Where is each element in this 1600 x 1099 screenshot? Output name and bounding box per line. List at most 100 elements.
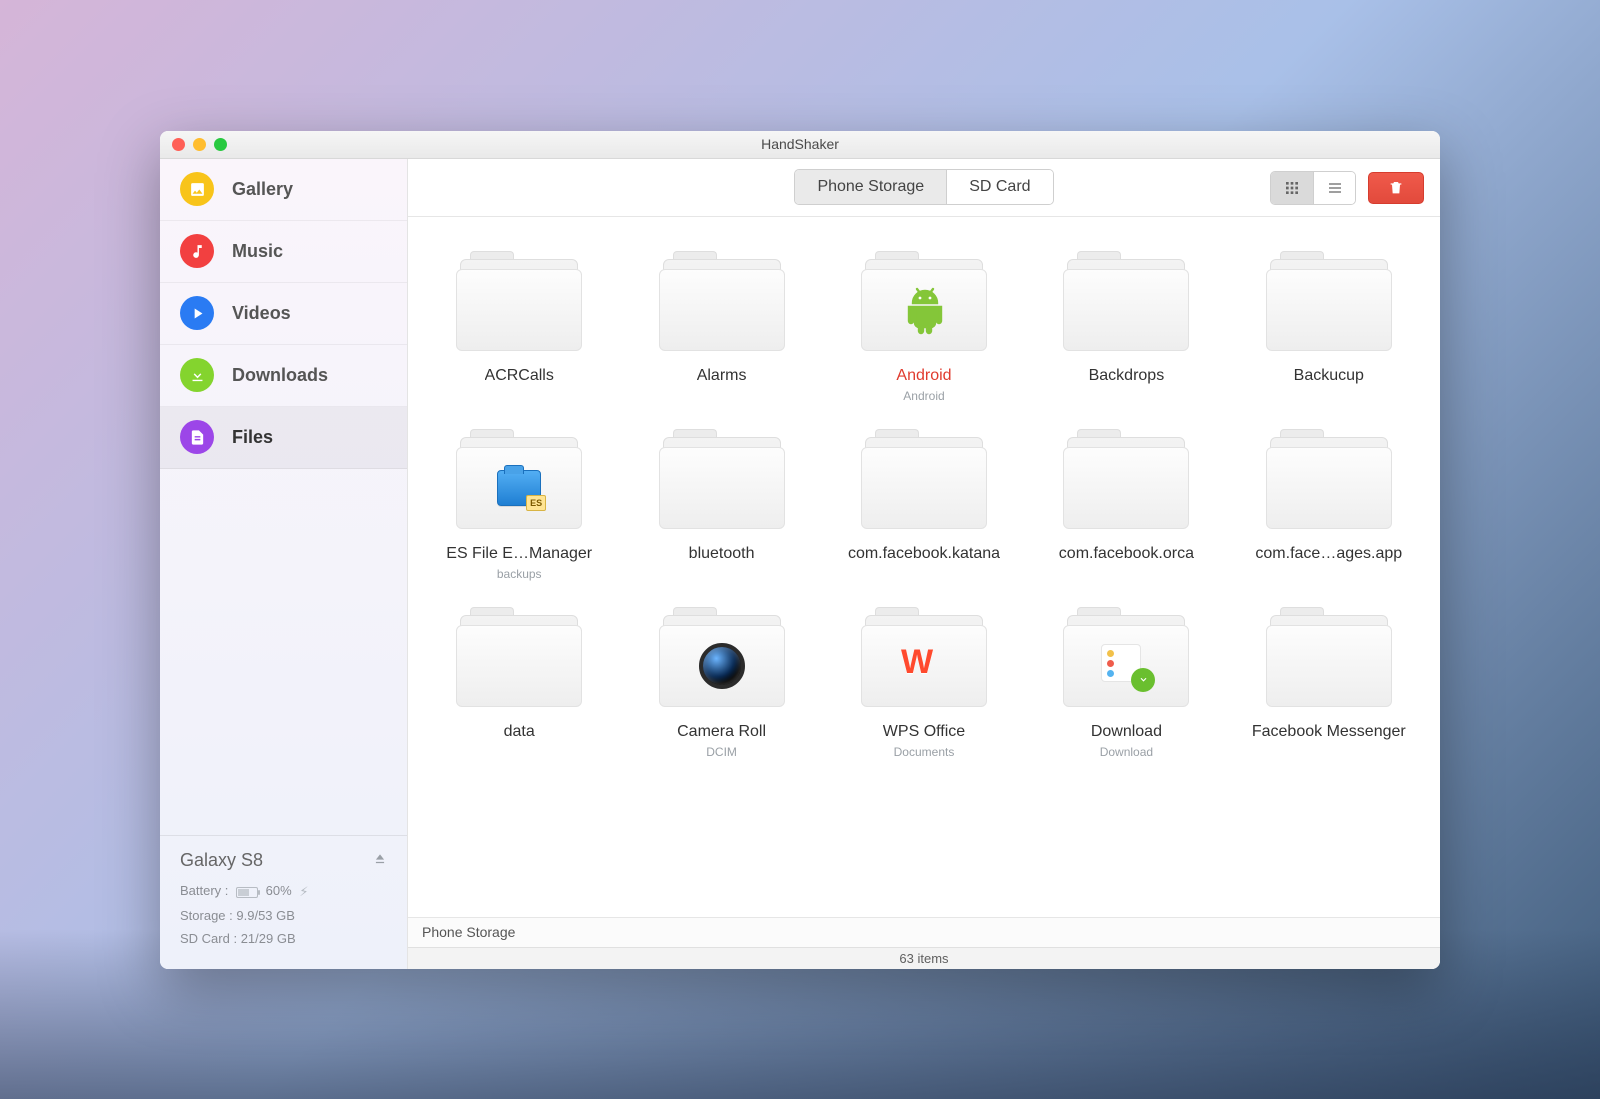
- folder-name: Android: [896, 367, 951, 385]
- folder-item[interactable]: W WPS Office Documents: [823, 611, 1025, 759]
- tab-phone-storage[interactable]: Phone Storage: [795, 170, 946, 204]
- folder-name: Camera Roll: [677, 723, 766, 741]
- device-panel: Galaxy S8 Battery : 60% ⚡︎ Storage : 9.9…: [160, 835, 407, 968]
- folder-subtitle: Android: [903, 389, 944, 403]
- folder-icon: W: [859, 611, 989, 711]
- sidebar-item-downloads[interactable]: Downloads: [160, 345, 407, 407]
- folder-item[interactable]: ACRCalls: [418, 255, 620, 403]
- list-icon: [1327, 180, 1343, 196]
- downloads-icon: [180, 358, 214, 392]
- close-icon[interactable]: [172, 138, 185, 151]
- folder-name: Facebook Messenger: [1252, 723, 1406, 741]
- folder-subtitle: Documents: [894, 745, 955, 759]
- folder-subtitle: backups: [497, 567, 542, 581]
- folder-item[interactable]: com.facebook.katana: [823, 433, 1025, 581]
- battery-pct: 60%: [266, 883, 292, 898]
- folder-name: com.facebook.orca: [1059, 545, 1194, 563]
- folder-icon: [1061, 433, 1191, 533]
- folder-item[interactable]: data: [418, 611, 620, 759]
- sdcard-row: SD Card : 21/29 GB: [180, 927, 387, 950]
- folder-icon: [657, 433, 787, 533]
- battery-row: Battery : 60% ⚡︎: [180, 879, 387, 903]
- folder-item[interactable]: Facebook Messenger: [1228, 611, 1430, 759]
- storage-value: 9.9/53 GB: [236, 908, 295, 923]
- window-body: Gallery Music Videos: [160, 159, 1440, 969]
- folder-grid: ACRCalls Alarms Android Android Backdrops Bac…: [418, 255, 1430, 759]
- zoom-icon[interactable]: [214, 138, 227, 151]
- folder-icon: [454, 433, 584, 533]
- folder-item[interactable]: Backucup: [1228, 255, 1430, 403]
- folder-name: WPS Office: [883, 723, 965, 741]
- folder-name: com.face…ages.app: [1255, 545, 1402, 563]
- statusbar: 63 items: [408, 947, 1440, 969]
- battery-label: Battery :: [180, 883, 228, 898]
- sidebar-item-music[interactable]: Music: [160, 221, 407, 283]
- content-area[interactable]: ACRCalls Alarms Android Android Backdrops Bac…: [408, 217, 1440, 917]
- eject-icon[interactable]: [373, 850, 387, 871]
- android-icon: [901, 287, 947, 333]
- sidebar-item-gallery[interactable]: Gallery: [160, 159, 407, 221]
- folder-icon: [1264, 255, 1394, 355]
- folder-name: ES File E…Manager: [446, 545, 592, 563]
- sidebar: Gallery Music Videos: [160, 159, 408, 969]
- traffic-lights: [172, 138, 227, 151]
- folder-name: com.facebook.katana: [848, 545, 1000, 563]
- folder-item[interactable]: bluetooth: [620, 433, 822, 581]
- folder-item[interactable]: Alarms: [620, 255, 822, 403]
- folder-name: Download: [1091, 723, 1162, 741]
- folder-icon: [859, 433, 989, 533]
- folder-name: Backucup: [1294, 367, 1364, 385]
- sidebar-item-label: Gallery: [232, 179, 293, 200]
- delete-button[interactable]: [1368, 172, 1424, 204]
- storage-row: Storage : 9.9/53 GB: [180, 904, 387, 927]
- folder-item[interactable]: Android Android: [823, 255, 1025, 403]
- sidebar-item-videos[interactable]: Videos: [160, 283, 407, 345]
- storage-label: Storage :: [180, 908, 233, 923]
- storage-segmented: Phone Storage SD Card: [794, 169, 1053, 205]
- folder-icon: [657, 255, 787, 355]
- sidebar-item-label: Files: [232, 427, 273, 448]
- folder-name: data: [504, 723, 535, 741]
- folder-name: ACRCalls: [485, 367, 554, 385]
- folder-item[interactable]: Backdrops: [1025, 255, 1227, 403]
- folder-icon: [1061, 255, 1191, 355]
- window-title: HandShaker: [761, 136, 839, 152]
- gallery-icon: [180, 172, 214, 206]
- device-name: Galaxy S8: [180, 850, 263, 871]
- titlebar: HandShaker: [160, 131, 1440, 159]
- sidebar-item-files[interactable]: Files: [160, 407, 407, 469]
- files-icon: [180, 420, 214, 454]
- folder-item[interactable]: DownloadDownload: [1025, 611, 1227, 759]
- sidebar-item-label: Videos: [232, 303, 291, 324]
- grid-icon: [1284, 180, 1300, 196]
- folder-icon: [1264, 433, 1394, 533]
- folder-icon: [859, 255, 989, 355]
- app-window: HandShaker Gallery Music: [160, 131, 1440, 969]
- es-folder-icon: [497, 470, 541, 506]
- folder-name: Backdrops: [1089, 367, 1165, 385]
- wps-icon: W: [901, 643, 947, 689]
- folder-subtitle: DCIM: [706, 745, 737, 759]
- tab-sd-card[interactable]: SD Card: [946, 170, 1052, 204]
- folder-name: Alarms: [697, 367, 747, 385]
- download-icon: [1101, 644, 1151, 688]
- sidebar-item-label: Downloads: [232, 365, 328, 386]
- sd-label: SD Card :: [180, 931, 237, 946]
- folder-item[interactable]: ES File E…Manager backups: [418, 433, 620, 581]
- view-segmented: [1270, 171, 1356, 205]
- folder-icon: [1061, 611, 1191, 711]
- toolbar: Phone Storage SD Card: [408, 159, 1440, 217]
- folder-item[interactable]: com.face…ages.app: [1228, 433, 1430, 581]
- grid-view-button[interactable]: [1271, 172, 1313, 204]
- status-text: 63 items: [899, 951, 948, 966]
- music-icon: [180, 234, 214, 268]
- sd-value: 21/29 GB: [241, 931, 296, 946]
- trash-icon: [1388, 180, 1404, 196]
- minimize-icon[interactable]: [193, 138, 206, 151]
- folder-item[interactable]: com.facebook.orca: [1025, 433, 1227, 581]
- list-view-button[interactable]: [1313, 172, 1355, 204]
- folder-item[interactable]: Camera Roll DCIM: [620, 611, 822, 759]
- folder-icon: [657, 611, 787, 711]
- videos-icon: [180, 296, 214, 330]
- camera-lens-icon: [699, 643, 745, 689]
